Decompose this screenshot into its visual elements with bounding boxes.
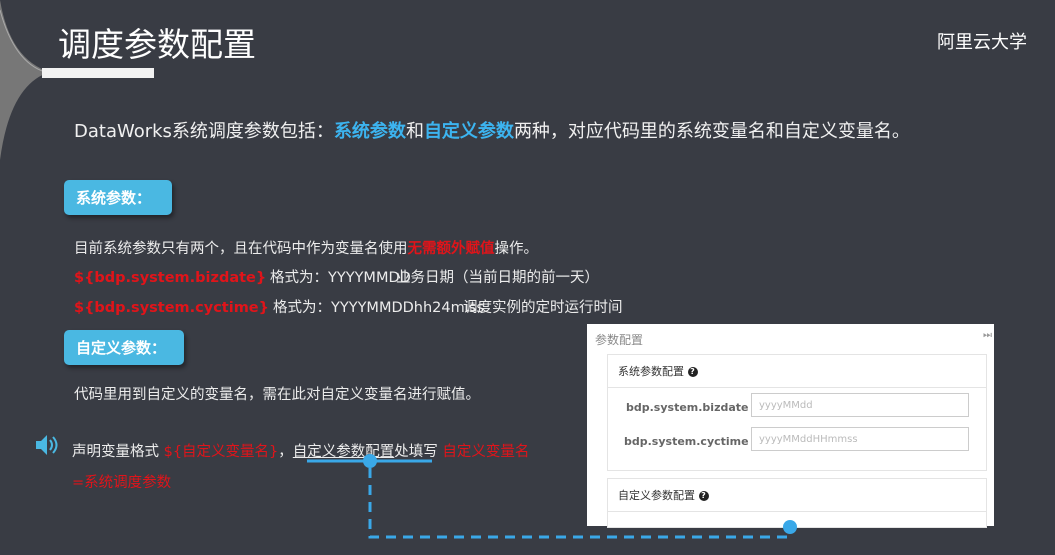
sys-config-header: 系统参数配置 ? [608,355,986,388]
intro-sys: 系统参数 [333,121,406,142]
param-format: 格式为：YYYYMMDDhh24miss [273,300,484,316]
custom-desc: 代码里用到自定义的变量名，需在此对自定义变量名进行赋值。 [74,387,480,403]
param-meaning: 业务日期（当前日期的前一天） [396,270,599,286]
custom-config-box: 自定义参数配置 ? [607,478,987,528]
custom-note: 声明变量格式 ${自定义变量名}，自定义参数配置处填写 自定义变量名 [72,440,529,461]
param-name: ${bdp.system.bizdate} [74,270,267,286]
note-comma: ， [278,444,293,460]
intro-prefix: DataWorks系统调度参数包括： [74,121,334,142]
note-underlined: 自定义参数配置 [292,444,395,460]
panel-title: 参数配置 [595,333,644,347]
sys-config-box: 系统参数配置 ? bdp.system.bizdate yyyyMMdd bdp… [607,354,987,471]
page-title: 调度参数配置 [58,25,256,64]
sys-desc-prefix: 目前系统参数只有两个，且在代码中作为变量名使用 [74,241,408,257]
cyctime-input[interactable]: yyyyMMddHHmmss [751,427,969,451]
param-config-panel: 参数配置 ⏭ 系统参数配置 ? bdp.system.bizdate yyyyM… [587,324,994,528]
sys-desc: 目前系统参数只有两个，且在代码中作为变量名使用无需额外赋值操作。 [74,237,538,258]
custom-params-badge: 自定义参数： [64,330,184,365]
brand-logo: 阿里云大学 [937,32,1027,53]
intro-and: 和 [405,121,424,142]
param-name: ${bdp.system.cyctime} [74,300,269,316]
custom-config-header: 自定义参数配置 ? [608,479,986,512]
note-red-line2: =系统调度参数 [72,475,172,491]
param-row: ${bdp.system.bizdate} 格式为：YYYYMMDD业务日期（当前… [74,266,599,287]
speaker-icon[interactable] [34,433,60,457]
param-row: ${bdp.system.cyctime} 格式为：YYYYMMDDhh24mis… [74,296,623,317]
param-meaning: 调度实例的定时运行时间 [463,300,623,316]
collapse-icon[interactable]: ⏭ [983,330,992,341]
note-var: ${自定义变量名} [163,444,279,460]
intro-suffix: 两种，对应代码里的系统变量名和自定义变量名。 [513,121,910,142]
intro-custom: 自定义参数 [423,121,514,142]
sys-params-badge: 系统参数： [64,180,172,215]
note-prefix: 声明变量格式 [72,444,164,460]
sys-desc-suffix: 操作。 [494,241,539,257]
field-label: bdp.system.bizdate [626,401,749,414]
sys-config-title: 系统参数配置 [618,365,684,378]
note-mid: 处填写 [394,444,443,460]
intro-text: DataWorks系统调度参数包括：系统参数和自定义参数两种，对应代码里的系统变… [74,117,910,143]
sys-desc-highlight: 无需额外赋值 [407,241,495,257]
bizdate-input[interactable]: yyyyMMdd [751,393,969,417]
help-icon[interactable]: ? [687,367,698,377]
help-icon[interactable]: ? [698,491,709,501]
title-underline [42,68,154,78]
field-label: bdp.system.cyctime [624,435,749,448]
param-format: 格式为：YYYYMMDD [270,270,411,286]
decorative-curve [0,0,50,160]
custom-config-title: 自定义参数配置 [618,489,695,502]
note-red: 自定义变量名 [442,444,530,460]
